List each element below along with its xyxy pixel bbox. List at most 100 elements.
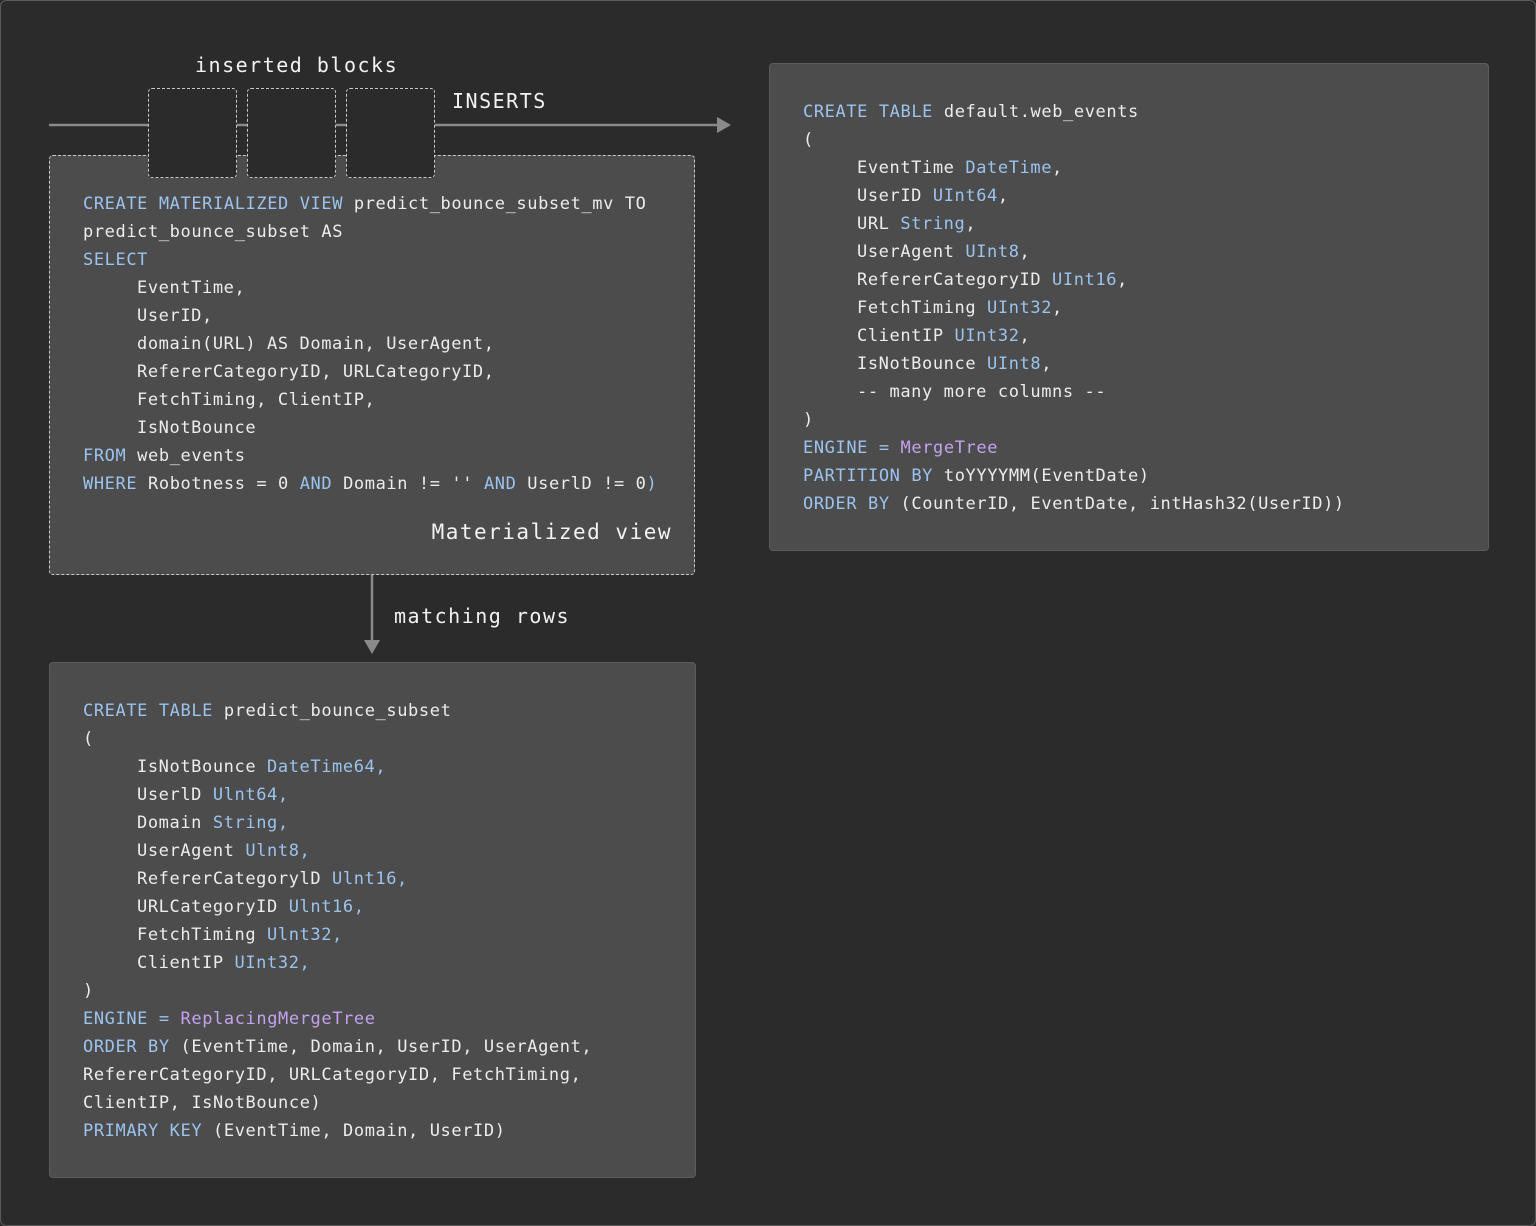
sql-text: UserAgent	[857, 242, 966, 262]
code-line: ClientIP UInt32,	[803, 322, 1345, 350]
sql-keyword: AND	[299, 474, 333, 494]
code-line: IsNotBounce	[83, 414, 657, 442]
sql-keyword: ENGINE	[803, 438, 869, 458]
code-line: ENGINE = MergeTree	[803, 434, 1345, 462]
sql-text: UserAgent	[137, 841, 246, 861]
sql-type: UInt32,	[234, 953, 311, 973]
code-line: CREATE MATERIALIZED VIEW predict_bounce_…	[83, 190, 657, 218]
sql-type: UInt8	[987, 354, 1042, 374]
sql-text: UserlD != 0	[516, 474, 647, 494]
predict-bounce-subset-table-panel: CREATE TABLE predict_bounce_subset (IsNot…	[49, 662, 696, 1178]
sql-keyword: PRIMARY KEY	[83, 1121, 203, 1141]
sql-text: EventTime	[857, 158, 966, 178]
code-line: )	[83, 977, 592, 1005]
sql-text: (EventTime, Domain, UserID, UserAgent,	[169, 1037, 593, 1057]
code-line: UserID UInt64,	[803, 182, 1345, 210]
web-events-table-code: CREATE TABLE default.web_events ( EventTim…	[803, 98, 1345, 518]
code-line: RefererCategorylD Ulnt16,	[83, 865, 592, 893]
code-line: (	[803, 126, 1345, 154]
sql-text: web_events	[126, 446, 246, 466]
code-line: FetchTiming, ClientIP,	[83, 386, 657, 414]
inserts-label: INSERTS	[452, 89, 547, 113]
sql-text: -- many more columns --	[857, 382, 1107, 402]
sql-text: RefererCategoryID	[857, 270, 1053, 290]
sql-text: RefererCategoryID, URLCategoryID, FetchT…	[83, 1065, 582, 1085]
web-events-table-panel: CREATE TABLE default.web_events ( EventTim…	[769, 63, 1489, 551]
sql-keyword: WHERE	[83, 474, 138, 494]
code-line: CREATE TABLE default.web_events	[803, 98, 1345, 126]
sql-keyword: CREATE MATERIALIZED VIEW	[83, 194, 344, 214]
code-line: URLCategoryID Ulnt16,	[83, 893, 592, 921]
inserted-block	[346, 88, 435, 178]
sql-text: ,	[1052, 298, 1063, 318]
sql-text: (	[83, 729, 94, 749]
sql-text: ,	[1019, 242, 1031, 262]
code-line: RefererCategoryID, URLCategoryID,	[83, 358, 657, 386]
sql-text: toYYYYMM(EventDate)	[933, 466, 1150, 486]
code-line: FetchTiming UInt32,	[803, 294, 1345, 322]
sql-keyword: =	[868, 438, 901, 458]
sql-text: URLCategoryID	[137, 897, 289, 917]
code-line: PRIMARY KEY (EventTime, Domain, UserID)	[83, 1117, 592, 1145]
sql-type: UInt32	[954, 326, 1020, 346]
sql-text: predict_bounce_subset AS	[83, 222, 344, 242]
sql-text: ClientIP, IsNotBounce)	[83, 1093, 322, 1113]
sql-type: UInt32	[987, 298, 1053, 318]
sql-text: (	[803, 130, 814, 150]
inserted-block	[148, 88, 237, 178]
sql-text: (EventTime, Domain, UserID)	[202, 1121, 506, 1141]
sql-keyword: FROM	[83, 446, 127, 466]
code-line: UserlD Ulnt64,	[83, 781, 592, 809]
sql-text: UserID	[857, 186, 933, 206]
sql-text: IsNotBounce	[137, 418, 257, 438]
code-line: PARTITION BY toYYYYMM(EventDate)	[803, 462, 1345, 490]
matching-rows-label: matching rows	[394, 604, 571, 628]
sql-type: String,	[212, 813, 289, 833]
sql-type: Ulnt64,	[212, 785, 289, 805]
sql-text: ,	[1117, 270, 1128, 290]
matching-rows-arrow-head	[364, 640, 380, 654]
code-line: IsNotBounce UInt8,	[803, 350, 1345, 378]
sql-text: ,	[1052, 158, 1063, 178]
sql-text: (CounterID, EventDate, intHash32(UserID)…	[889, 494, 1345, 514]
code-line: -- many more columns --	[803, 378, 1345, 406]
code-line: ORDER BY (EventTime, Domain, UserID, Use…	[83, 1033, 592, 1061]
code-line: URL String,	[803, 210, 1345, 238]
code-line: FetchTiming Ulnt32,	[83, 921, 592, 949]
sql-text: domain(URL) AS Domain, UserAgent,	[137, 334, 495, 354]
sql-keyword: CREATE TABLE	[803, 102, 934, 122]
code-line: EventTime,	[83, 274, 657, 302]
insert-arrow-head	[717, 117, 731, 133]
materialized-view-code: CREATE MATERIALIZED VIEW predict_bounce_…	[83, 190, 657, 498]
sql-text: IsNotBounce	[857, 354, 988, 374]
sql-keyword: AND	[483, 474, 517, 494]
code-line: )	[803, 406, 1345, 434]
sql-type: Ulnt16,	[332, 869, 408, 889]
sql-type: DateTime	[965, 158, 1053, 178]
sql-keyword: ORDER BY	[83, 1037, 170, 1057]
sql-keyword: )	[646, 474, 658, 494]
code-line: IsNotBounce DateTime64,	[83, 753, 592, 781]
sql-text: Domain != ''	[332, 474, 484, 494]
code-line: ClientIP UInt32,	[83, 949, 592, 977]
sql-text: FetchTiming	[137, 925, 268, 945]
inserted-block	[247, 88, 336, 178]
code-line: ClientIP, IsNotBounce)	[83, 1089, 592, 1117]
sql-text: UserID,	[137, 306, 213, 326]
sql-text: RefererCategorylD	[137, 869, 333, 889]
sql-engine: ReplacingMergeTree	[180, 1009, 376, 1029]
sql-keyword: PARTITION BY	[803, 466, 934, 486]
materialized-view-label: Materialized view	[431, 520, 672, 544]
code-line: UserAgent UInt8,	[803, 238, 1345, 266]
sql-text: ,	[965, 214, 977, 234]
sql-text: )	[83, 981, 94, 1001]
sql-type: Ulnt16,	[288, 897, 365, 917]
sql-text: UserlD	[137, 785, 213, 805]
sql-keyword: CREATE TABLE	[83, 701, 214, 721]
sql-type: UInt16	[1052, 270, 1118, 290]
sql-type: String	[900, 214, 966, 234]
sql-type: UInt8	[965, 242, 1020, 262]
code-line: SELECT	[83, 246, 657, 274]
sql-text: )	[803, 410, 814, 430]
sql-engine: MergeTree	[900, 438, 999, 458]
